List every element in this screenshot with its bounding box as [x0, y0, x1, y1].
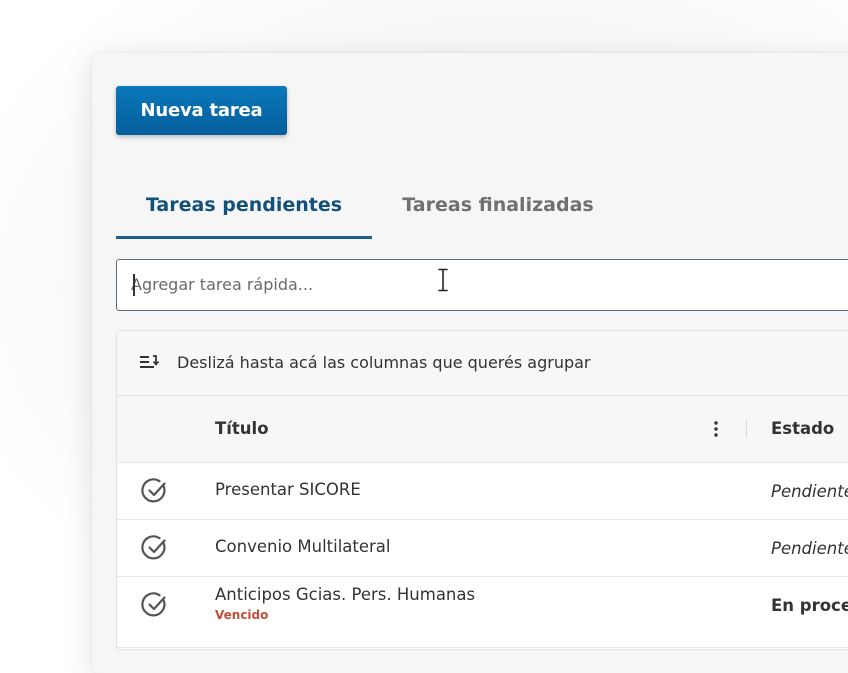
tab-finished-tasks[interactable]: Tareas finalizadas — [398, 176, 598, 236]
column-header-title[interactable]: Título — [215, 396, 269, 462]
task-title: Presentar SICORE — [215, 480, 361, 499]
task-tabs: Tareas pendientes Tareas finalizadas — [116, 176, 848, 239]
column-header-status[interactable]: Estado — [771, 396, 834, 462]
check-circle-icon[interactable] — [141, 534, 169, 562]
task-title: Anticipos Gcias. Pers. Humanas — [215, 585, 476, 604]
task-status: En proceso — [771, 596, 848, 615]
tab-pending-tasks[interactable]: Tareas pendientes — [116, 176, 372, 239]
vertical-dots-icon[interactable] — [711, 420, 721, 438]
new-task-button[interactable]: Nueva tarea — [116, 86, 287, 135]
overdue-badge: Vencido — [215, 608, 269, 622]
check-circle-icon[interactable] — [141, 591, 169, 619]
task-status: Pendiente — [771, 482, 848, 501]
check-circle-icon[interactable] — [141, 477, 169, 505]
table-row[interactable]: Anticipos Gcias. Pers. Humanas Vencido E… — [117, 577, 848, 648]
task-title: Convenio Multilateral — [215, 537, 391, 556]
table-row[interactable]: Presentar SICORE Pendiente — [117, 463, 848, 520]
table-row[interactable]: Convenio Multilateral Pendiente — [117, 520, 848, 577]
grid-header-row: Título Estado — [117, 396, 848, 463]
group-by-hint: Deslizá hasta acá las columnas que queré… — [177, 353, 591, 372]
text-caret — [133, 274, 135, 296]
group-by-panel[interactable]: Deslizá hasta acá las columnas que queré… — [117, 331, 848, 396]
group-by-icon — [140, 355, 159, 368]
text-cursor-icon — [438, 268, 448, 292]
column-resize-handle[interactable] — [746, 420, 747, 438]
task-status: Pendiente — [771, 539, 848, 558]
tasks-grid: Deslizá hasta acá las columnas que queré… — [116, 330, 848, 650]
quick-add-input[interactable] — [131, 260, 831, 309]
quick-add-field[interactable] — [116, 259, 848, 311]
